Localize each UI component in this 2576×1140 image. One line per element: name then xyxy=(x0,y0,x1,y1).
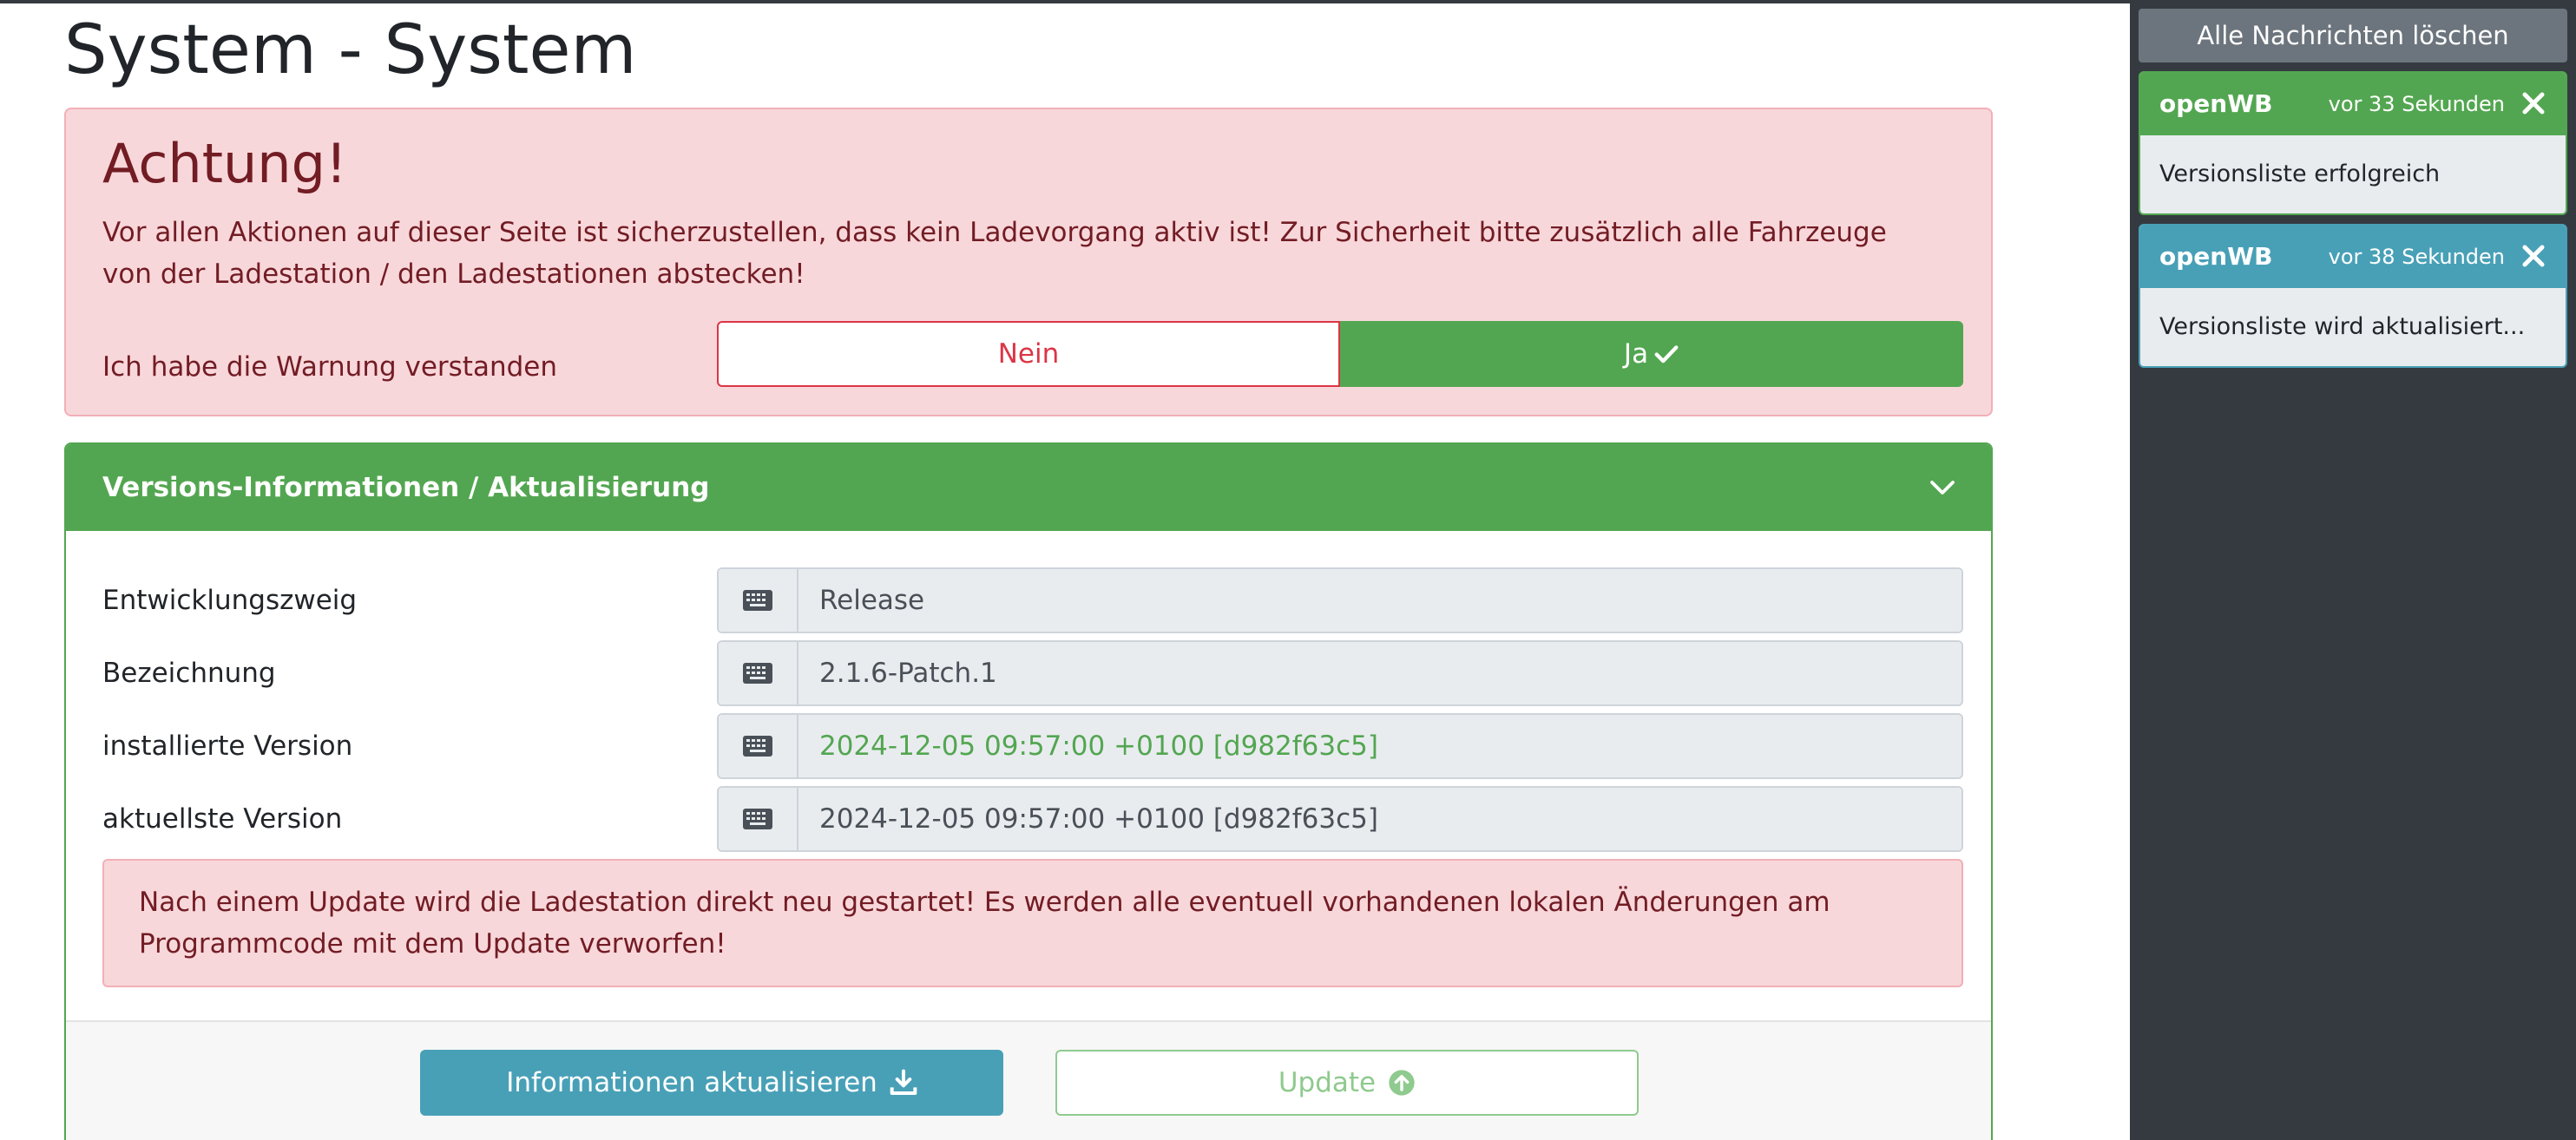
main-content: System - System Achtung! Vor allen Aktio… xyxy=(0,0,2130,1140)
field-addon xyxy=(719,788,798,850)
field-label: installierte Version xyxy=(102,731,353,762)
yes-button[interactable]: Ja xyxy=(1340,321,1963,387)
version-card-footer: Informationen aktualisieren Update xyxy=(66,1020,1991,1140)
arrow-circle-up-icon xyxy=(1389,1070,1415,1096)
acknowledge-toggle: Nein Ja xyxy=(717,321,1963,387)
installed-version-input[interactable] xyxy=(798,715,1962,777)
no-button[interactable]: Nein xyxy=(717,321,1340,387)
field-addon xyxy=(719,715,798,777)
field-group xyxy=(717,786,1963,852)
close-icon[interactable] xyxy=(2520,243,2546,269)
keyboard-icon xyxy=(743,809,772,829)
field-label: Bezeichnung xyxy=(102,658,276,689)
field-row-installed: installierte Version xyxy=(66,713,1991,779)
version-card-header[interactable]: Versions-Informationen / Aktualisierung xyxy=(66,444,1991,531)
acknowledge-label: Ich habe die Warnung verstanden xyxy=(102,351,558,383)
refresh-info-button[interactable]: Informationen aktualisieren xyxy=(420,1050,1003,1116)
toast-source: openWB xyxy=(2159,242,2273,271)
toast-source: openWB xyxy=(2159,89,2273,118)
update-button[interactable]: Update xyxy=(1055,1050,1639,1116)
version-card-title: Versions-Informationen / Aktualisierung xyxy=(102,472,710,503)
latest-version-input[interactable] xyxy=(798,788,1962,850)
field-label: aktuellste Version xyxy=(102,803,343,835)
field-group xyxy=(717,567,1963,633)
check-icon xyxy=(1654,345,1679,364)
chevron-down-icon[interactable] xyxy=(1927,472,1958,503)
field-row-latest: aktuellste Version xyxy=(66,786,1991,852)
toast-header: openWB vor 38 Sekunden xyxy=(2140,226,2566,288)
warning-text: Vor allen Aktionen auf dieser Seite ist … xyxy=(102,217,1887,290)
toast-message: Versionsliste wird aktualisiert... xyxy=(2159,313,2526,340)
version-card: Versions-Informationen / Aktualisierung … xyxy=(64,442,1993,1140)
field-addon xyxy=(719,642,798,704)
field-group xyxy=(717,640,1963,706)
name-input[interactable] xyxy=(798,642,1962,704)
notification-sidebar: Alle Nachrichten löschen openWB vor 33 S… xyxy=(2130,0,2576,1140)
refresh-info-label: Informationen aktualisieren xyxy=(506,1067,877,1098)
keyboard-icon xyxy=(743,663,772,684)
notification-toast: openWB vor 38 Sekunden Versionsliste wir… xyxy=(2139,224,2567,368)
no-button-label: Nein xyxy=(997,338,1060,370)
update-button-label: Update xyxy=(1278,1067,1377,1098)
keyboard-icon xyxy=(743,736,772,757)
notification-toast: openWB vor 33 Sekunden Versionsliste erf… xyxy=(2139,71,2567,215)
field-label: Entwicklungszweig xyxy=(102,585,358,616)
warning-title: Achtung! xyxy=(102,132,347,195)
field-row-branch: Entwicklungszweig xyxy=(66,567,1991,633)
field-row-name: Bezeichnung xyxy=(66,640,1991,706)
warning-card: Achtung! Vor allen Aktionen auf dieser S… xyxy=(64,108,1993,416)
page-title: System - System xyxy=(64,11,637,89)
update-notice-text: Nach einem Update wird die Ladestation d… xyxy=(139,887,1830,960)
branch-input[interactable] xyxy=(798,569,1962,632)
field-addon xyxy=(719,569,798,632)
update-notice: Nach einem Update wird die Ladestation d… xyxy=(102,859,1963,987)
toast-time: vor 33 Sekunden xyxy=(2328,92,2505,116)
toast-message: Versionsliste erfolgreich aktualisiert. xyxy=(2159,161,2441,187)
close-icon[interactable] xyxy=(2520,90,2546,116)
keyboard-icon xyxy=(743,590,772,611)
clear-all-messages-button[interactable]: Alle Nachrichten löschen xyxy=(2139,9,2567,62)
toast-header: openWB vor 33 Sekunden xyxy=(2140,73,2566,135)
download-icon xyxy=(890,1069,917,1095)
field-group xyxy=(717,713,1963,779)
yes-button-label: Ja xyxy=(1623,338,1649,370)
toast-time: vor 38 Sekunden xyxy=(2328,245,2505,269)
